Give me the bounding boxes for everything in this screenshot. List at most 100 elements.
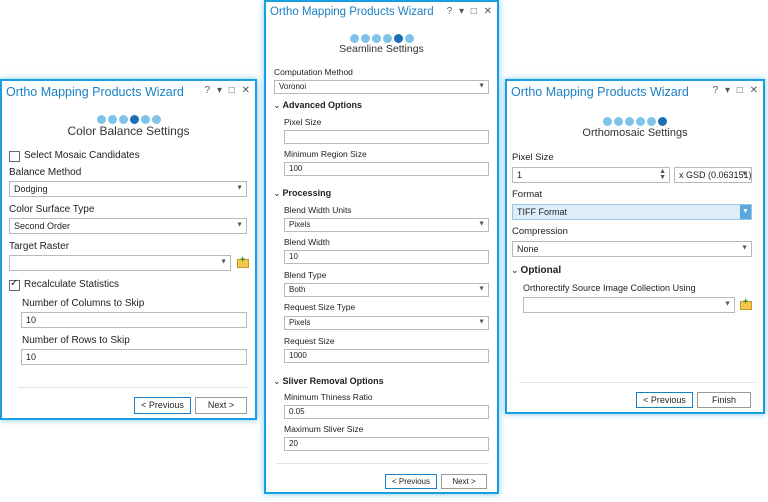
blend-type-select[interactable]: Both ▼ <box>284 283 489 297</box>
color-surface-label: Color Surface Type <box>9 204 95 215</box>
help-button[interactable]: ? <box>447 6 455 17</box>
format-select[interactable]: TIFF Format ▼ <box>512 204 752 220</box>
blend-units-select[interactable]: Pixels ▼ <box>284 218 489 232</box>
step-title: Seamline Settings <box>339 43 424 55</box>
step-dot-6-active <box>658 117 667 126</box>
step-dot-3 <box>118 115 128 124</box>
orthorectify-label: Orthorectify Source Image Collection Usi… <box>523 283 696 293</box>
chevron-down-icon: ⌄ <box>511 265 519 275</box>
close-button[interactable]: ✕ <box>750 85 760 96</box>
blend-width-input[interactable]: 10 <box>284 250 489 264</box>
optional-label: Optional <box>520 265 562 276</box>
step-dot-4 <box>636 117 645 126</box>
previous-button[interactable]: < Previous <box>134 397 191 414</box>
step-dot-2 <box>614 117 623 126</box>
pin-menu-button[interactable]: ▾ <box>725 85 732 96</box>
columns-skip-input[interactable]: 10 <box>21 312 247 328</box>
chevron-down-icon: ▼ <box>236 221 243 229</box>
blend-width-value: 10 <box>289 252 298 261</box>
request-type-select[interactable]: Pixels ▼ <box>284 316 489 330</box>
chevron-down-icon: ▼ <box>478 82 485 90</box>
processing-header[interactable]: ⌄ Processing <box>273 188 331 199</box>
step-dot-4 <box>382 34 392 43</box>
footer-divider <box>519 382 755 383</box>
rows-skip-value: 10 <box>26 352 37 362</box>
balance-method-select[interactable]: Dodging ▼ <box>9 181 247 197</box>
previous-button[interactable]: < Previous <box>385 474 437 489</box>
help-button[interactable]: ? <box>205 85 213 96</box>
balance-method-value: Dodging <box>14 184 48 194</box>
checkmark-icon: ✓ <box>10 278 19 289</box>
rows-skip-input[interactable]: 10 <box>21 349 247 365</box>
max-sliver-label: Maximum Sliver Size <box>284 424 364 434</box>
blend-units-value: Pixels <box>289 220 311 229</box>
next-button[interactable]: Next > <box>195 397 247 414</box>
step-dot-5 <box>140 115 150 124</box>
chevron-down-icon: ⌄ <box>273 100 281 110</box>
next-button[interactable]: Next > <box>441 474 487 489</box>
advanced-options-header[interactable]: ⌄ Advanced Options <box>273 100 362 111</box>
chevron-down-icon: ⌄ <box>273 376 281 386</box>
target-raster-select[interactable]: ▼ <box>9 255 231 271</box>
close-button[interactable]: ✕ <box>484 6 494 17</box>
recalculate-statistics-checkbox[interactable]: ✓ <box>9 278 20 291</box>
step-dot-2 <box>107 115 117 124</box>
seamline-window: Ortho Mapping Products Wizard ? ▾ □ ✕ Se… <box>264 0 499 494</box>
pixel-size-value: 1 <box>517 170 523 180</box>
max-sliver-input[interactable]: 20 <box>284 437 489 451</box>
optional-header[interactable]: ⌄ Optional <box>511 265 561 276</box>
finish-button[interactable]: Finish <box>697 392 751 408</box>
previous-button[interactable]: < Previous <box>636 392 693 408</box>
title-bar: Ortho Mapping Products Wizard ? ▾ □ ✕ <box>2 81 255 103</box>
chevron-down-icon: ⌄ <box>273 188 281 198</box>
min-region-value: 100 <box>289 164 303 173</box>
request-type-label: Request Size Type <box>284 302 356 312</box>
sliver-removal-header[interactable]: ⌄ Sliver Removal Options <box>273 376 384 387</box>
sliver-removal-label: Sliver Removal Options <box>282 376 384 386</box>
restore-button[interactable]: □ <box>737 85 745 96</box>
step-dot-1 <box>349 34 359 43</box>
blend-units-label: Blend Width Units <box>284 205 352 215</box>
browse-folder-icon[interactable]: + <box>237 254 249 268</box>
restore-button[interactable]: □ <box>471 6 479 17</box>
min-region-input[interactable]: 100 <box>284 162 489 176</box>
color-balance-window: Ortho Mapping Products Wizard ? ▾ □ ✕ Co… <box>0 79 257 420</box>
step-dot-4-active <box>129 115 139 124</box>
request-size-input[interactable]: 1000 <box>284 349 489 363</box>
step-title: Color Balance Settings <box>67 124 190 138</box>
chevron-down-icon: ▼ <box>741 244 748 252</box>
color-surface-select[interactable]: Second Order ▼ <box>9 218 247 234</box>
restore-button[interactable]: □ <box>229 85 237 96</box>
min-thiness-input[interactable]: 0.05 <box>284 405 489 419</box>
computation-method-select[interactable]: Voronoi ▼ <box>274 80 489 94</box>
select-mosaic-label: Select Mosaic Candidates <box>24 150 140 161</box>
spinner-icon[interactable]: ▲ ▼ <box>659 168 666 181</box>
request-type-value: Pixels <box>289 318 311 327</box>
min-region-label: Minimum Region Size <box>284 149 367 159</box>
gsd-unit-select[interactable]: x GSD (0.063151) ▼ <box>674 167 752 183</box>
compression-value: None <box>517 244 539 254</box>
window-controls: ? ▾ □ ✕ <box>205 85 252 96</box>
step-dot-6 <box>151 115 161 124</box>
close-button[interactable]: ✕ <box>242 85 252 96</box>
step-dot-6 <box>404 34 414 43</box>
balance-method-label: Balance Method <box>9 167 82 178</box>
help-button[interactable]: ? <box>713 85 721 96</box>
window-controls: ? ▾ □ ✕ <box>447 6 494 17</box>
step-dot-1 <box>96 115 106 124</box>
request-size-label: Request Size <box>284 336 335 346</box>
title-bar: Ortho Mapping Products Wizard ? ▾ □ ✕ <box>266 2 497 24</box>
select-mosaic-checkbox[interactable] <box>9 151 20 162</box>
pin-menu-button[interactable]: ▾ <box>459 6 466 17</box>
orthorectify-select[interactable]: ▼ <box>523 297 735 313</box>
format-label: Format <box>512 189 543 200</box>
target-raster-label: Target Raster <box>9 241 70 252</box>
min-thiness-value: 0.05 <box>289 407 305 416</box>
pin-menu-button[interactable]: ▾ <box>217 85 224 96</box>
request-size-value: 1000 <box>289 351 307 360</box>
pixel-size-input[interactable] <box>284 130 489 144</box>
compression-select[interactable]: None ▼ <box>512 241 752 257</box>
chevron-down-icon: ▼ <box>478 220 485 228</box>
browse-folder-icon[interactable]: + <box>740 296 752 310</box>
pixel-size-input[interactable]: 1 ▲ ▼ <box>512 167 670 183</box>
